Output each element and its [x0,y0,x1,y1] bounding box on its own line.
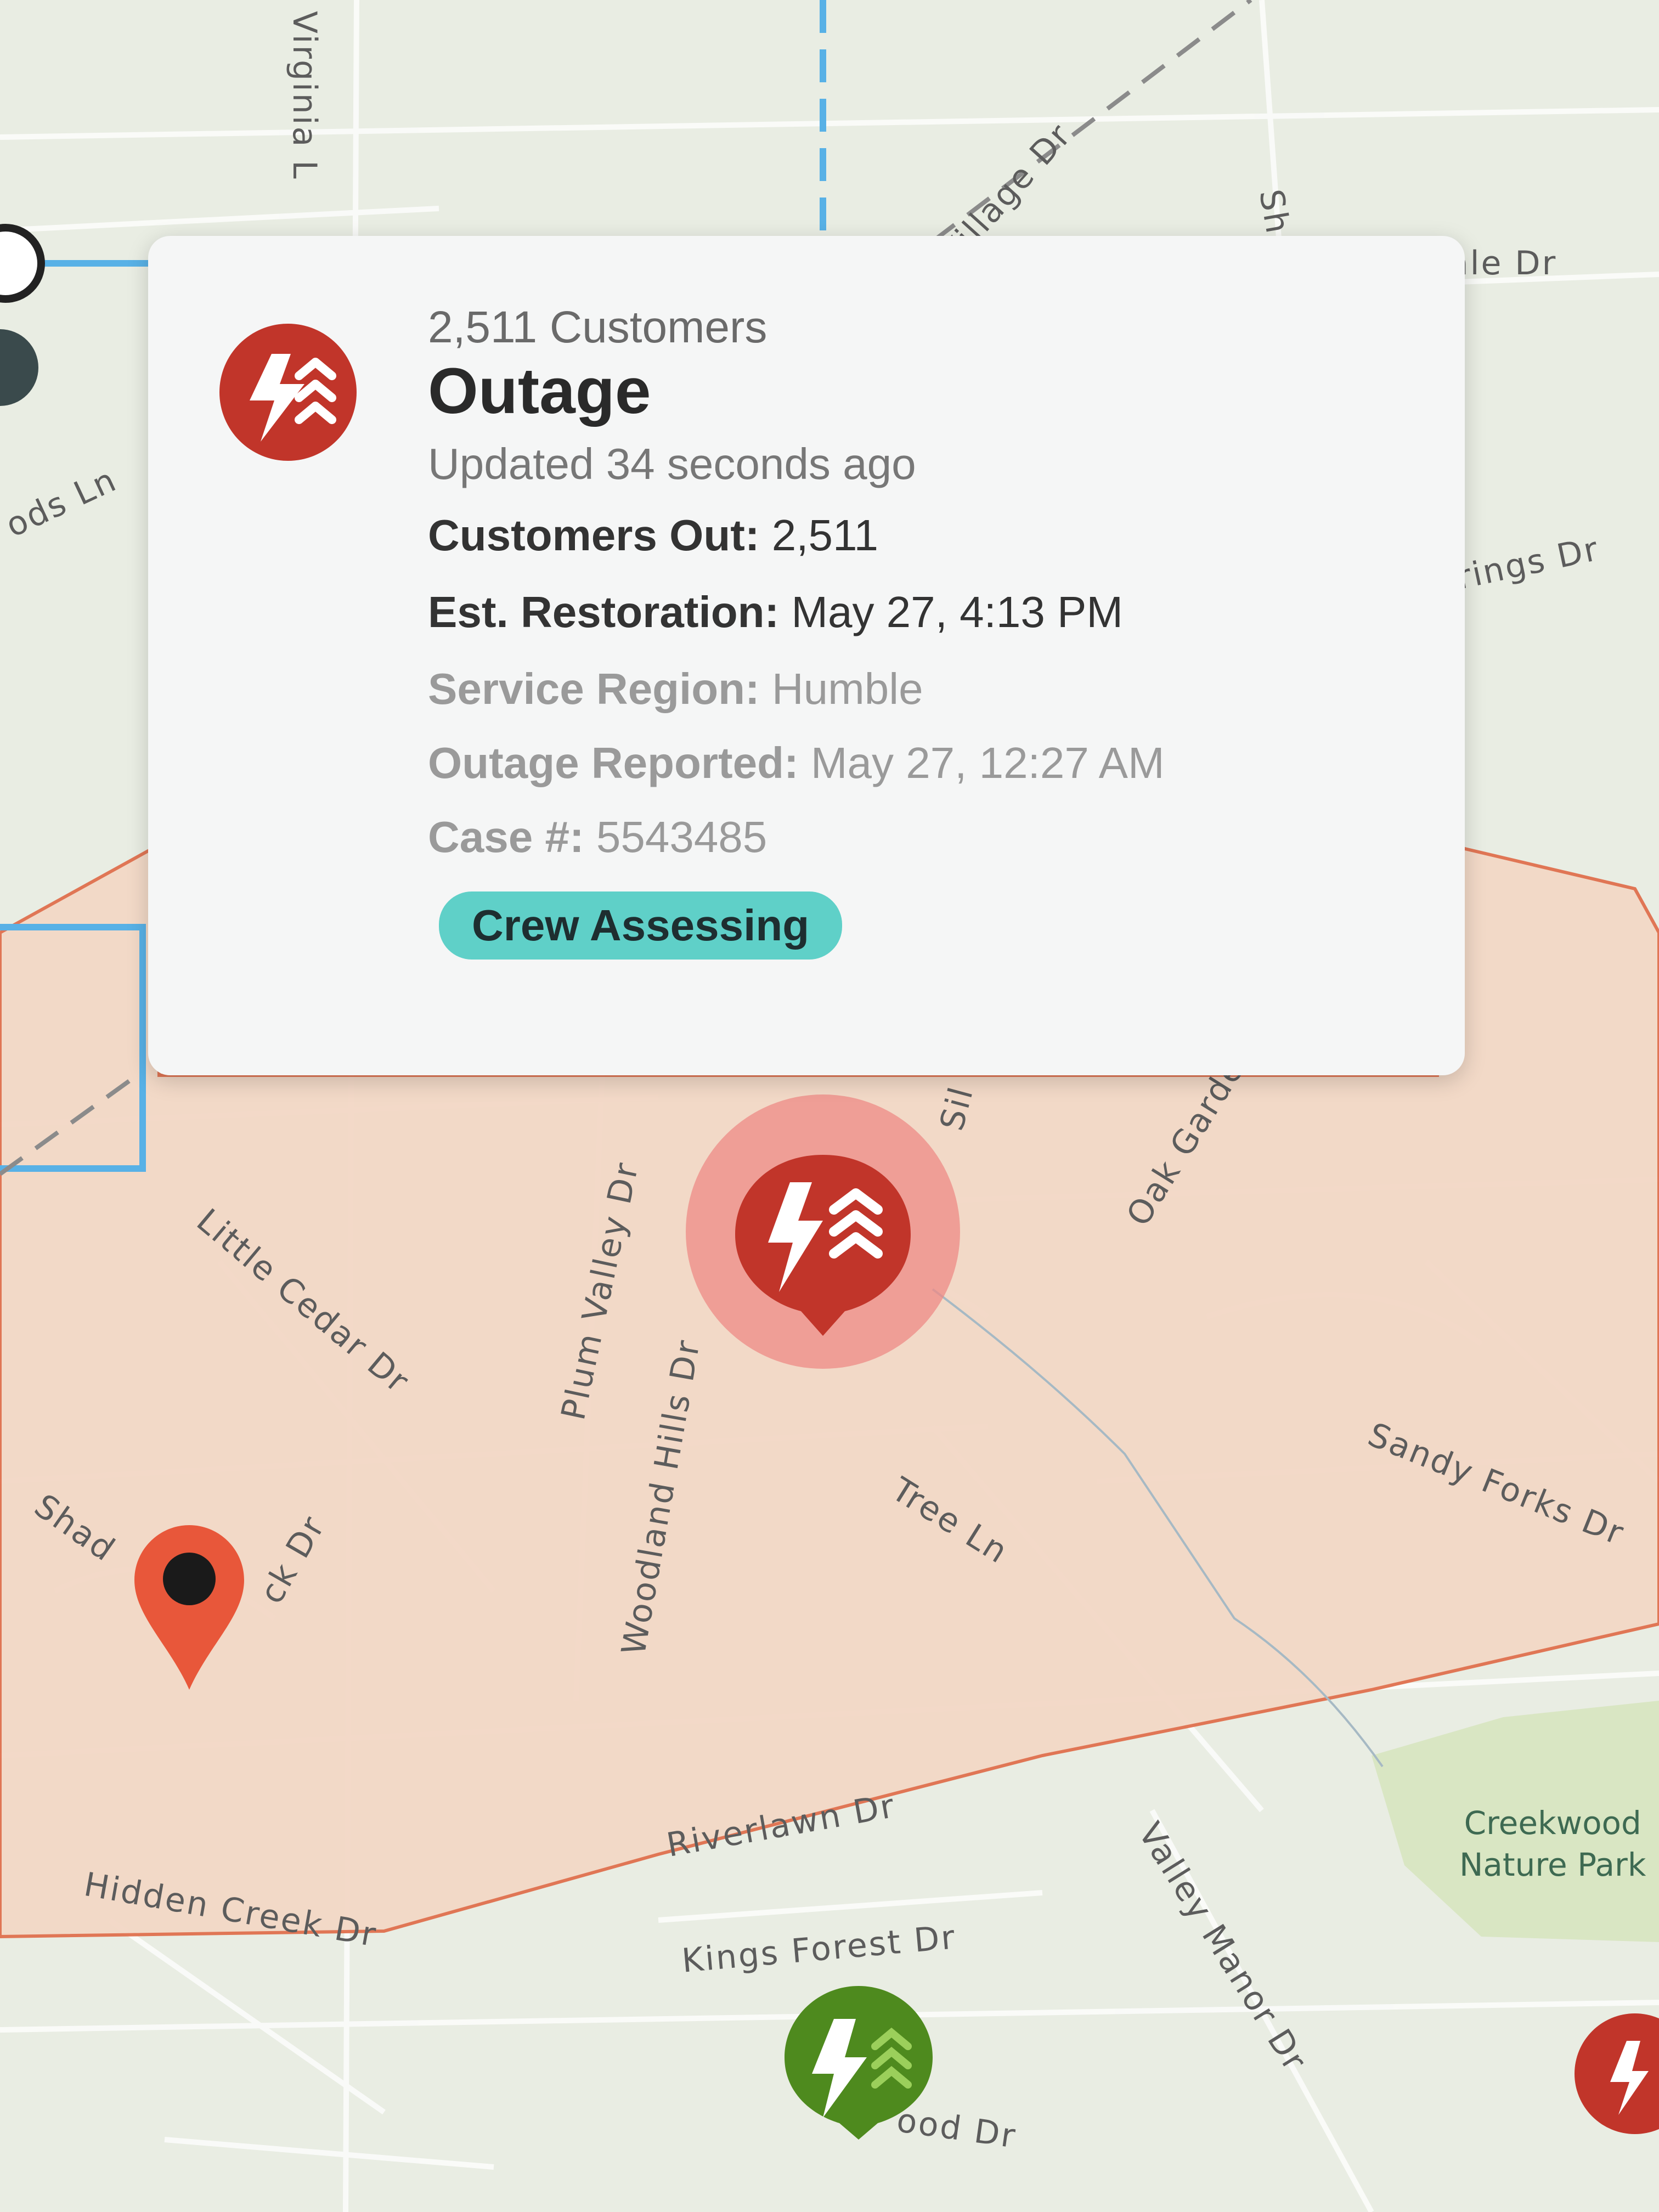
field-service-region: Service Region: Humble [428,664,923,714]
customers-count: 2,511 Customers [428,302,768,352]
street-label-sh: Sh [1251,187,1297,238]
street-label-virginia: Virginia L [285,11,324,180]
field-value: Humble [771,664,923,713]
field-label: Service Region: [428,664,760,713]
field-label: Est. Restoration: [428,588,780,636]
field-value: May 27, 12:27 AM [810,738,1165,787]
field-value: 2,511 [771,511,878,560]
field-label: Outage Reported: [428,738,799,787]
field-value: 5543485 [596,812,768,861]
field-value: May 27, 4:13 PM [791,588,1124,636]
outage-popup[interactable]: 2,511 Customers Outage Updated 34 second… [148,236,1465,1075]
location-pin[interactable] [126,1520,252,1695]
park-name-line2: Nature Park [1459,1846,1646,1883]
outage-marker-selected[interactable] [680,1094,966,1369]
status-badge: Crew Assessing [439,891,843,960]
field-case-number: Case #: 5543485 [428,812,767,862]
map-pin-icon [134,1525,244,1690]
outage-lightning-icon [219,324,357,461]
field-label: Customers Out: [428,511,760,560]
outage-marker-offscreen[interactable] [1553,2013,1659,2134]
field-est-restoration: Est. Restoration: May 27, 4:13 PM [428,587,1123,637]
field-customers-out: Customers Out: 2,511 [428,510,878,561]
outage-marker-icon [686,1094,960,1369]
park-name-line1: Creekwood [1464,1804,1641,1842]
park-label: Creekwood Nature Park [1459,1802,1646,1886]
popup-title: Outage [428,355,651,427]
updated-timestamp: Updated 34 seconds ago [428,439,916,488]
field-label: Case #: [428,812,584,861]
restored-marker[interactable] [779,1980,938,2140]
field-outage-reported: Outage Reported: May 27, 12:27 AM [428,738,1165,788]
outage-lightning-icon [1575,2013,1659,2134]
restored-lightning-icon [785,1986,933,2140]
